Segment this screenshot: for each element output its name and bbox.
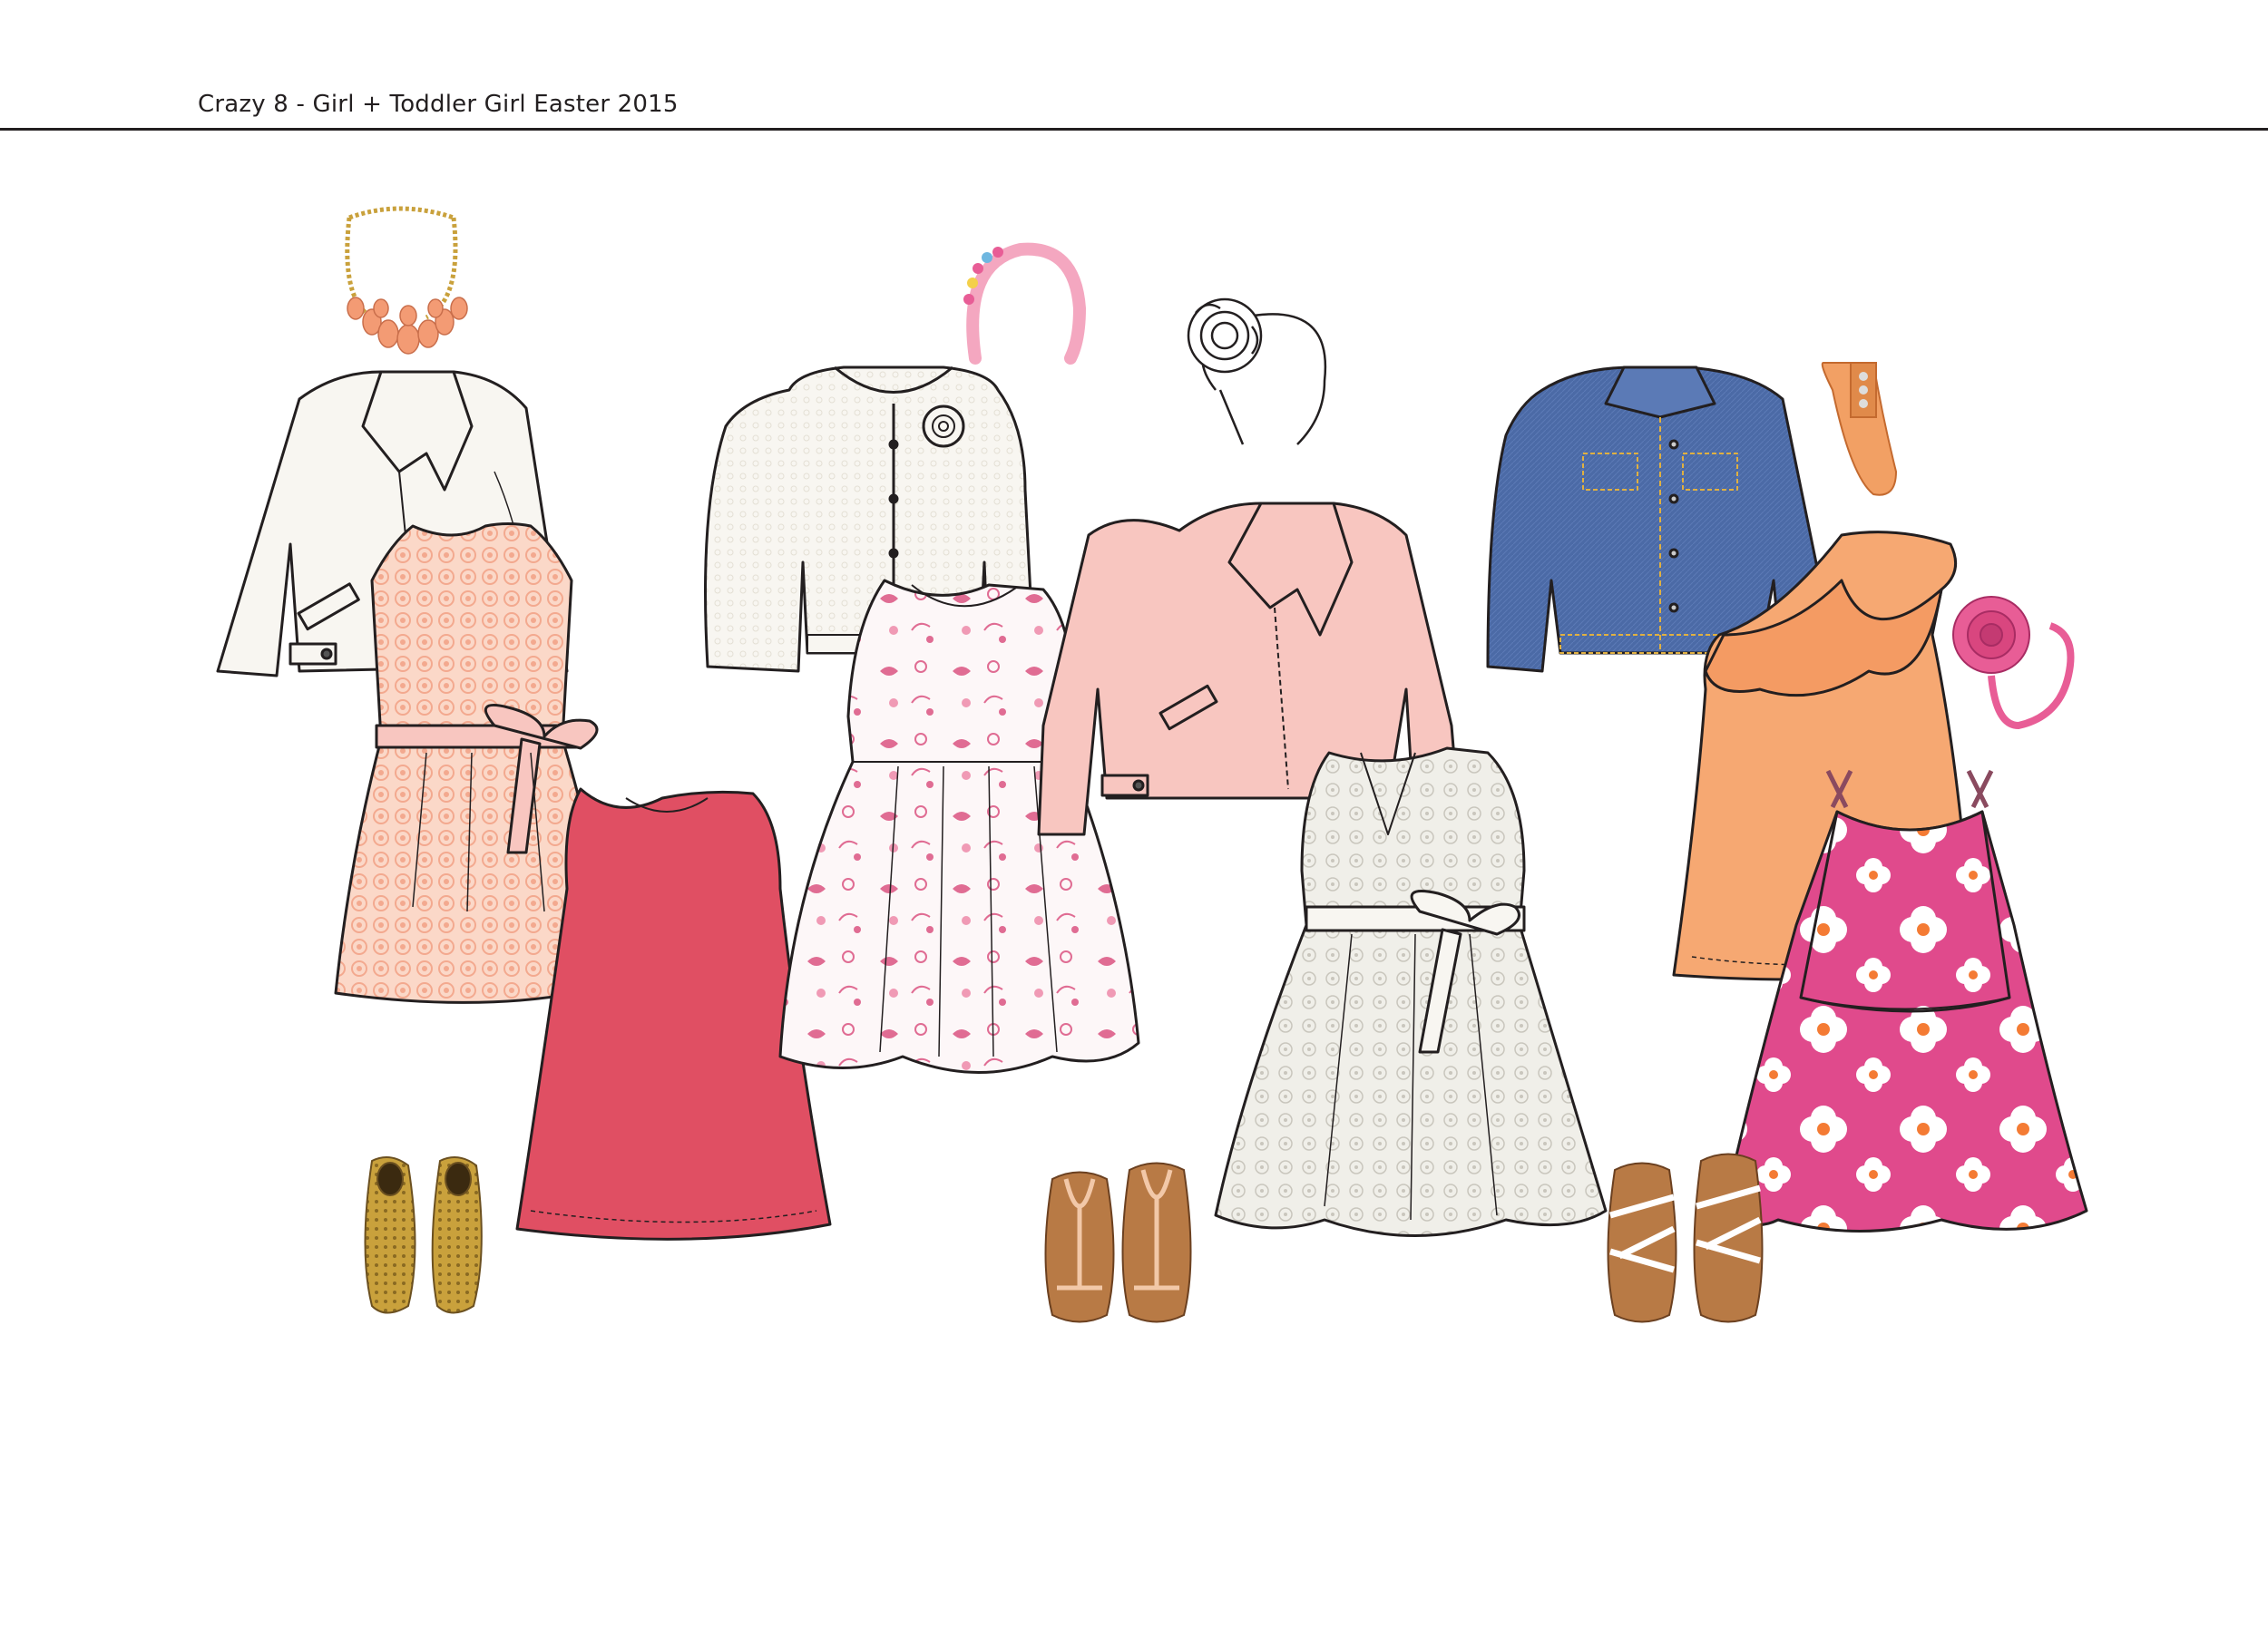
outfit-board xyxy=(216,206,2088,1323)
cardigan-rosette-icon xyxy=(922,404,965,448)
gold-ballet-flats[interactable] xyxy=(364,1156,483,1314)
peach-turban-headband[interactable] xyxy=(1821,362,1898,496)
white-rosette-headband[interactable] xyxy=(1187,297,1327,445)
look-1 xyxy=(216,206,832,1314)
white-strap-sandals[interactable] xyxy=(1607,1153,1764,1323)
pink-beaded-headband[interactable] xyxy=(963,242,1087,365)
pink-rosette-headband[interactable] xyxy=(1952,596,2075,730)
statement-necklace[interactable] xyxy=(345,206,468,355)
white-eyelet-dress-with-bow[interactable] xyxy=(1214,746,1608,1237)
tan-t-strap-sandals[interactable] xyxy=(1044,1162,1192,1323)
